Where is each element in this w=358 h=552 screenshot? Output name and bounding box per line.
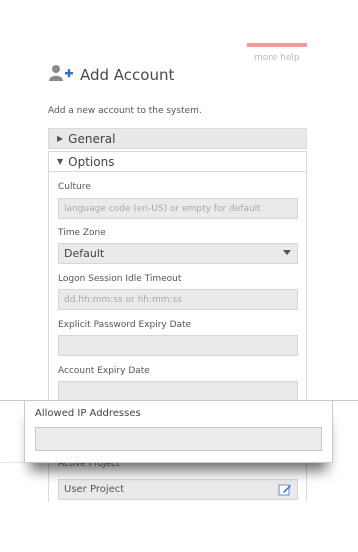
logon-timeout-input[interactable]: dd.hh:mm:ss or hh:mm:ss bbox=[58, 289, 298, 310]
section-options-toggle[interactable]: ▼ Options bbox=[48, 151, 307, 172]
password-expiry-input[interactable] bbox=[58, 335, 298, 356]
add-user-icon bbox=[48, 64, 74, 86]
section-options-label: Options bbox=[68, 154, 115, 169]
expanded-triangle-icon: ▼ bbox=[57, 157, 64, 166]
time-zone-value: Default bbox=[64, 247, 105, 260]
password-expiry-label: Explicit Password Expiry Date bbox=[58, 320, 192, 330]
culture-input[interactable]: language code (en-US) or empty for defau… bbox=[58, 198, 298, 219]
account-expiry-input[interactable] bbox=[58, 381, 298, 402]
edit-icon[interactable] bbox=[278, 483, 292, 500]
section-general-label: General bbox=[68, 131, 116, 146]
culture-label: Culture bbox=[58, 182, 91, 192]
add-account-page: more help Add Account Add a new account … bbox=[0, 0, 358, 552]
account-expiry-label: Account Expiry Date bbox=[58, 366, 150, 376]
more-help-link[interactable]: more help bbox=[254, 53, 300, 63]
title-row: Add Account bbox=[48, 64, 174, 86]
collapsed-triangle-icon: ▶ bbox=[57, 134, 64, 143]
section-general-toggle[interactable]: ▶ General bbox=[48, 128, 307, 149]
allowed-ip-popup: Allowed IP Addresses bbox=[24, 400, 333, 463]
active-project-value: User Project bbox=[64, 484, 125, 495]
logon-timeout-label: Logon Session Idle Timeout bbox=[58, 274, 182, 284]
page-title: Add Account bbox=[80, 66, 175, 84]
popup-edge-right bbox=[333, 400, 358, 463]
active-project-field[interactable]: User Project bbox=[58, 479, 298, 500]
time-zone-label: Time Zone bbox=[58, 228, 106, 238]
chevron-down-icon bbox=[283, 250, 291, 255]
allowed-ip-input[interactable] bbox=[35, 427, 322, 451]
more-help-accent-bar bbox=[247, 43, 307, 47]
popup-edge-left bbox=[0, 400, 24, 463]
time-zone-select[interactable]: Default bbox=[58, 243, 298, 264]
allowed-ip-label: Allowed IP Addresses bbox=[35, 408, 141, 419]
page-subtitle: Add a new account to the system. bbox=[48, 106, 202, 116]
